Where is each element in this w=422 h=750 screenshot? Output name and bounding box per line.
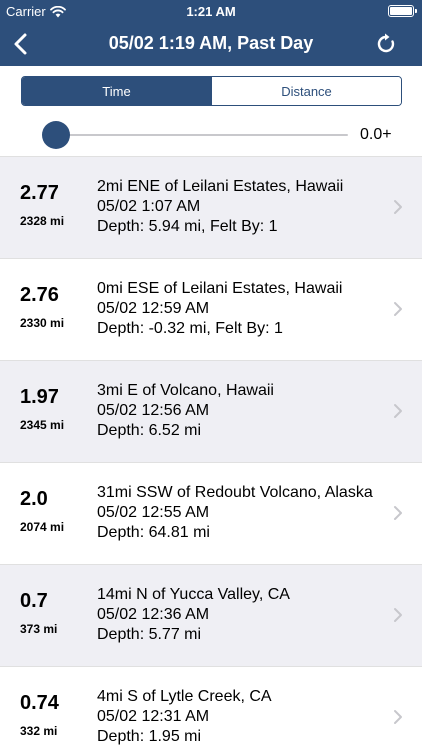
chevron-left-icon[interactable] [8, 30, 36, 58]
quake-detail: Depth: 5.77 mi [97, 626, 202, 643]
segment-time[interactable]: Time [22, 77, 211, 105]
page-title: 05/02 1:19 AM, Past Day [108, 33, 314, 53]
quake-time: 05/02 12:31 AM [97, 708, 210, 725]
quake-info: 2mi ENE of Leilani Estates, Hawaii 05/02… [97, 177, 343, 237]
list-item[interactable]: 1.97 2345 mi 3mi E of Volcano, Hawaii 05… [0, 360, 422, 462]
distance: 332 mi [20, 724, 58, 738]
quake-detail: Depth: 5.94 mi, Felt By: 1 [97, 218, 278, 235]
earthquake-list: 2.77 2328 mi 2mi ENE of Leilani Estates,… [0, 156, 422, 750]
status-time: 1:21 AM [186, 4, 236, 19]
list-item[interactable]: 2.76 2330 mi 0mi ESE of Leilani Estates,… [0, 258, 422, 360]
quake-place: 4mi S of Lytle Creek, CA [97, 688, 272, 705]
quake-detail: Depth: -0.32 mi, Felt By: 1 [97, 320, 283, 337]
distance: 2328 mi [20, 214, 65, 228]
quake-info: 0mi ESE of Leilani Estates, Hawaii 05/02… [97, 279, 342, 339]
slider-value-label: 0.0+ [360, 126, 392, 143]
chevron-right-icon [394, 710, 402, 724]
sort-segmented-control: Time Distance [21, 76, 402, 106]
segment-distance[interactable]: Distance [211, 77, 401, 105]
quake-time: 05/02 12:59 AM [97, 300, 210, 317]
distance: 373 mi [20, 622, 58, 636]
quake-info: 4mi S of Lytle Creek, CA 05/02 12:31 AM … [97, 687, 272, 747]
magnitude: 2.0 [20, 488, 48, 510]
slider-track[interactable] [56, 134, 348, 136]
quake-place: 2mi ENE of Leilani Estates, Hawaii [97, 178, 344, 195]
navigation-bar: 05/02 1:19 AM, Past Day [0, 22, 422, 66]
status-bar: Carrier 1:21 AM [0, 0, 422, 22]
quake-time: 05/02 12:36 AM [97, 606, 210, 623]
magnitude: 2.77 [20, 182, 59, 204]
quake-time: 05/02 1:07 AM [97, 198, 201, 215]
quake-info: 3mi E of Volcano, Hawaii 05/02 12:56 AM … [97, 381, 274, 441]
chevron-right-icon [394, 200, 402, 214]
quake-place: 31mi SSW of Redoubt Volcano, Alaska [97, 484, 373, 501]
quake-time: 05/02 12:55 AM [97, 504, 210, 521]
quake-place: 14mi N of Yucca Valley, CA [97, 586, 290, 603]
list-item[interactable]: 0.7 373 mi 14mi N of Yucca Valley, CA 05… [0, 564, 422, 666]
filter-bar: Time Distance 0.0+ [0, 66, 422, 156]
chevron-right-icon [394, 302, 402, 316]
magnitude: 1.97 [20, 386, 59, 408]
magnitude: 0.7 [20, 590, 48, 612]
refresh-icon[interactable] [374, 32, 398, 56]
battery-icon [388, 5, 417, 17]
list-item[interactable]: 0.74 332 mi 4mi S of Lytle Creek, CA 05/… [0, 666, 422, 750]
distance: 2345 mi [20, 418, 65, 432]
chevron-right-icon [394, 608, 402, 622]
quake-info: 31mi SSW of Redoubt Volcano, Alaska 05/0… [97, 483, 373, 543]
distance: 2330 mi [20, 316, 65, 330]
list-item[interactable]: 2.0 2074 mi 31mi SSW of Redoubt Volcano,… [0, 462, 422, 564]
magnitude: 2.76 [20, 284, 59, 306]
quake-time: 05/02 12:56 AM [97, 402, 210, 419]
magnitude: 0.74 [20, 692, 59, 714]
quake-place: 3mi E of Volcano, Hawaii [97, 382, 274, 399]
quake-detail: Depth: 6.52 mi [97, 422, 202, 439]
magnitude-slider[interactable] [42, 120, 348, 150]
quake-place: 0mi ESE of Leilani Estates, Hawaii [97, 280, 343, 297]
quake-info: 14mi N of Yucca Valley, CA 05/02 12:36 A… [97, 585, 290, 645]
segment-distance-label: Distance [281, 83, 332, 99]
slider-thumb[interactable] [42, 121, 70, 149]
quake-detail: Depth: 1.95 mi [97, 728, 202, 745]
list-item[interactable]: 2.77 2328 mi 2mi ENE of Leilani Estates,… [0, 156, 422, 258]
chevron-right-icon [394, 404, 402, 418]
chevron-right-icon [394, 506, 402, 520]
quake-detail: Depth: 64.81 mi [97, 524, 210, 541]
segment-time-label: Time [102, 83, 131, 99]
distance: 2074 mi [20, 520, 65, 534]
